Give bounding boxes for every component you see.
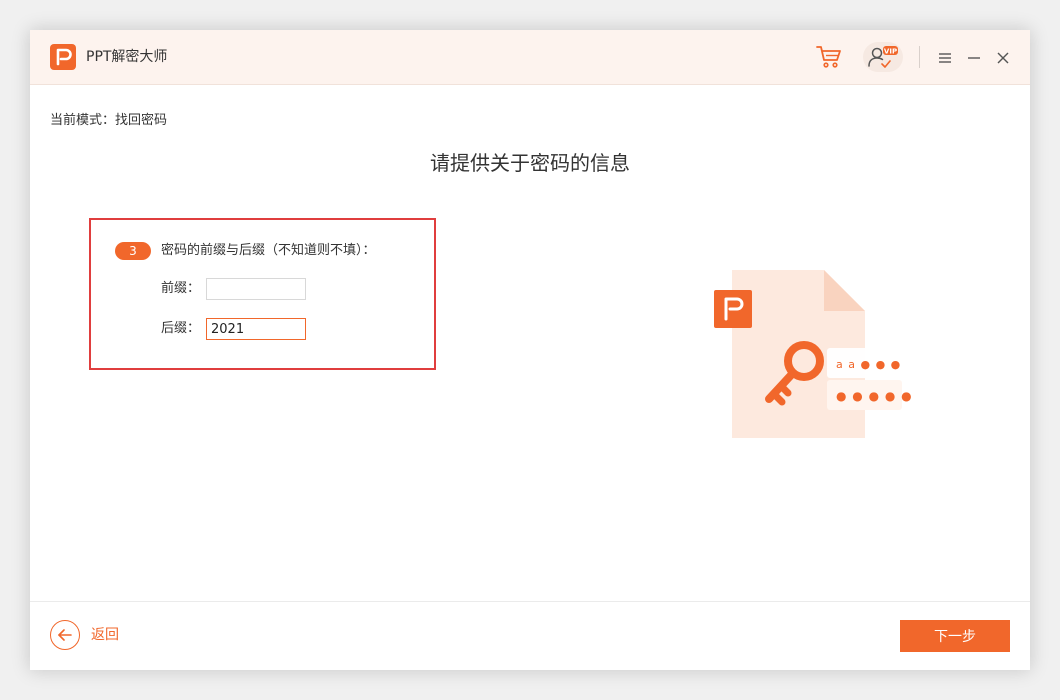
prefix-label: 前缀： [161,281,201,296]
cart-icon[interactable] [815,44,843,70]
back-button-label: 返回 [91,627,119,643]
suffix-input[interactable] [206,318,306,340]
suffix-label: 后缀： [161,321,201,336]
page-title: 请提供关于密码的信息 [430,151,630,175]
illustration-password-line-2: ● ● ● ● ● a b [836,389,912,403]
minimize-icon[interactable] [967,50,981,64]
step-number-badge: 3 [115,242,151,260]
prefix-input[interactable] [206,278,306,300]
user-account-icon[interactable]: VIP [863,42,903,72]
app-logo-icon [50,44,76,70]
back-arrow-icon [50,620,80,650]
title-bar: PPT解密大师 VIP [30,30,1030,85]
back-button[interactable]: 返回 [50,620,140,652]
illustration-password-line-1: a a ● ● ● [836,358,901,371]
vip-badge: VIP [884,47,897,55]
titlebar-separator [919,46,920,68]
app-window: PPT解密大师 VIP 当前模式：找回密码 请提供关于密码的信息 3 密码的前缀… [30,30,1030,670]
menu-icon[interactable] [938,50,952,64]
next-step-button[interactable]: 下一步 [900,620,1010,652]
key-document-illustration: ● ● ● ● ● a b a a ● ● ● [712,268,938,443]
close-icon[interactable] [996,50,1010,64]
app-title: PPT解密大师 [86,49,168,65]
current-mode-label: 当前模式：找回密码 [50,113,168,128]
prefix-suffix-panel: 3 密码的前缀与后缀（不知道则不填）： 前缀： 后缀： [89,218,436,370]
step-description: 密码的前缀与后缀（不知道则不填）： [161,243,376,258]
footer-divider [30,601,1030,602]
